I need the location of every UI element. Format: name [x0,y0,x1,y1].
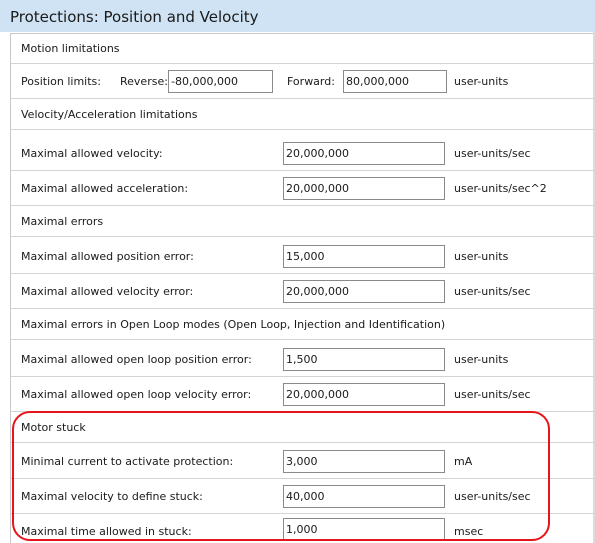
section-title: Velocity/Acceleration limitations [21,108,198,121]
section-motion-limitations: Motion limitations [11,33,595,64]
max-velocity-error-unit: user-units/sec [454,285,531,298]
motor-stuck-highlight [12,411,550,541]
reverse-label: Reverse: [120,75,168,88]
max-acceleration-label: Maximal allowed acceleration: [21,182,189,195]
window-title: Protections: Position and Velocity [0,0,595,32]
max-velocity-unit: user-units/sec [454,147,531,160]
reverse-limit-input[interactable]: -80,000,000 [168,70,273,93]
max-position-error-label: Maximal allowed position error: [21,250,194,263]
max-acceleration-unit: user-units/sec^2 [454,182,547,195]
max-velocity-label: Maximal allowed velocity: [21,147,163,160]
position-limits-row: Position limits: Reverse: -80,000,000 Fo… [11,64,595,99]
max-ol-velocity-error-unit: user-units/sec [454,388,531,401]
section-title: Maximal errors [21,215,104,228]
max-velocity-input[interactable]: 20,000,000 [283,142,445,165]
max-velocity-error-row: Maximal allowed velocity error: 20,000,0… [11,274,595,309]
max-acceleration-input[interactable]: 20,000,000 [283,177,445,200]
max-velocity-error-label: Maximal allowed velocity error: [21,285,194,298]
section-title: Motion limitations [21,42,120,55]
max-ol-position-error-label: Maximal allowed open loop position error… [21,353,252,366]
max-ol-velocity-error-row: Maximal allowed open loop velocity error… [11,377,595,412]
max-position-error-row: Maximal allowed position error: 15,000 u… [11,239,595,274]
section-title: Maximal errors in Open Loop modes (Open … [21,318,446,331]
max-ol-velocity-error-input[interactable]: 20,000,000 [283,383,445,406]
max-position-error-unit: user-units [454,250,509,263]
position-limits-label: Position limits: [21,75,101,88]
max-ol-position-error-row: Maximal allowed open loop position error… [11,342,595,377]
max-velocity-error-input[interactable]: 20,000,000 [283,280,445,303]
forward-limit-input[interactable]: 80,000,000 [343,70,447,93]
section-open-loop-errors: Maximal errors in Open Loop modes (Open … [11,309,595,340]
section-velocity-acceleration: Velocity/Acceleration limitations [11,99,595,130]
position-limits-unit: user-units [454,75,509,88]
max-acceleration-row: Maximal allowed acceleration: 20,000,000… [11,171,595,206]
max-ol-position-error-unit: user-units [454,353,509,366]
forward-label: Forward: [287,75,335,88]
max-position-error-input[interactable]: 15,000 [283,245,445,268]
max-ol-velocity-error-label: Maximal allowed open loop velocity error… [21,388,252,401]
max-velocity-row: Maximal allowed velocity: 20,000,000 use… [11,136,595,171]
max-ol-position-error-input[interactable]: 1,500 [283,348,445,371]
section-maximal-errors: Maximal errors [11,206,595,237]
